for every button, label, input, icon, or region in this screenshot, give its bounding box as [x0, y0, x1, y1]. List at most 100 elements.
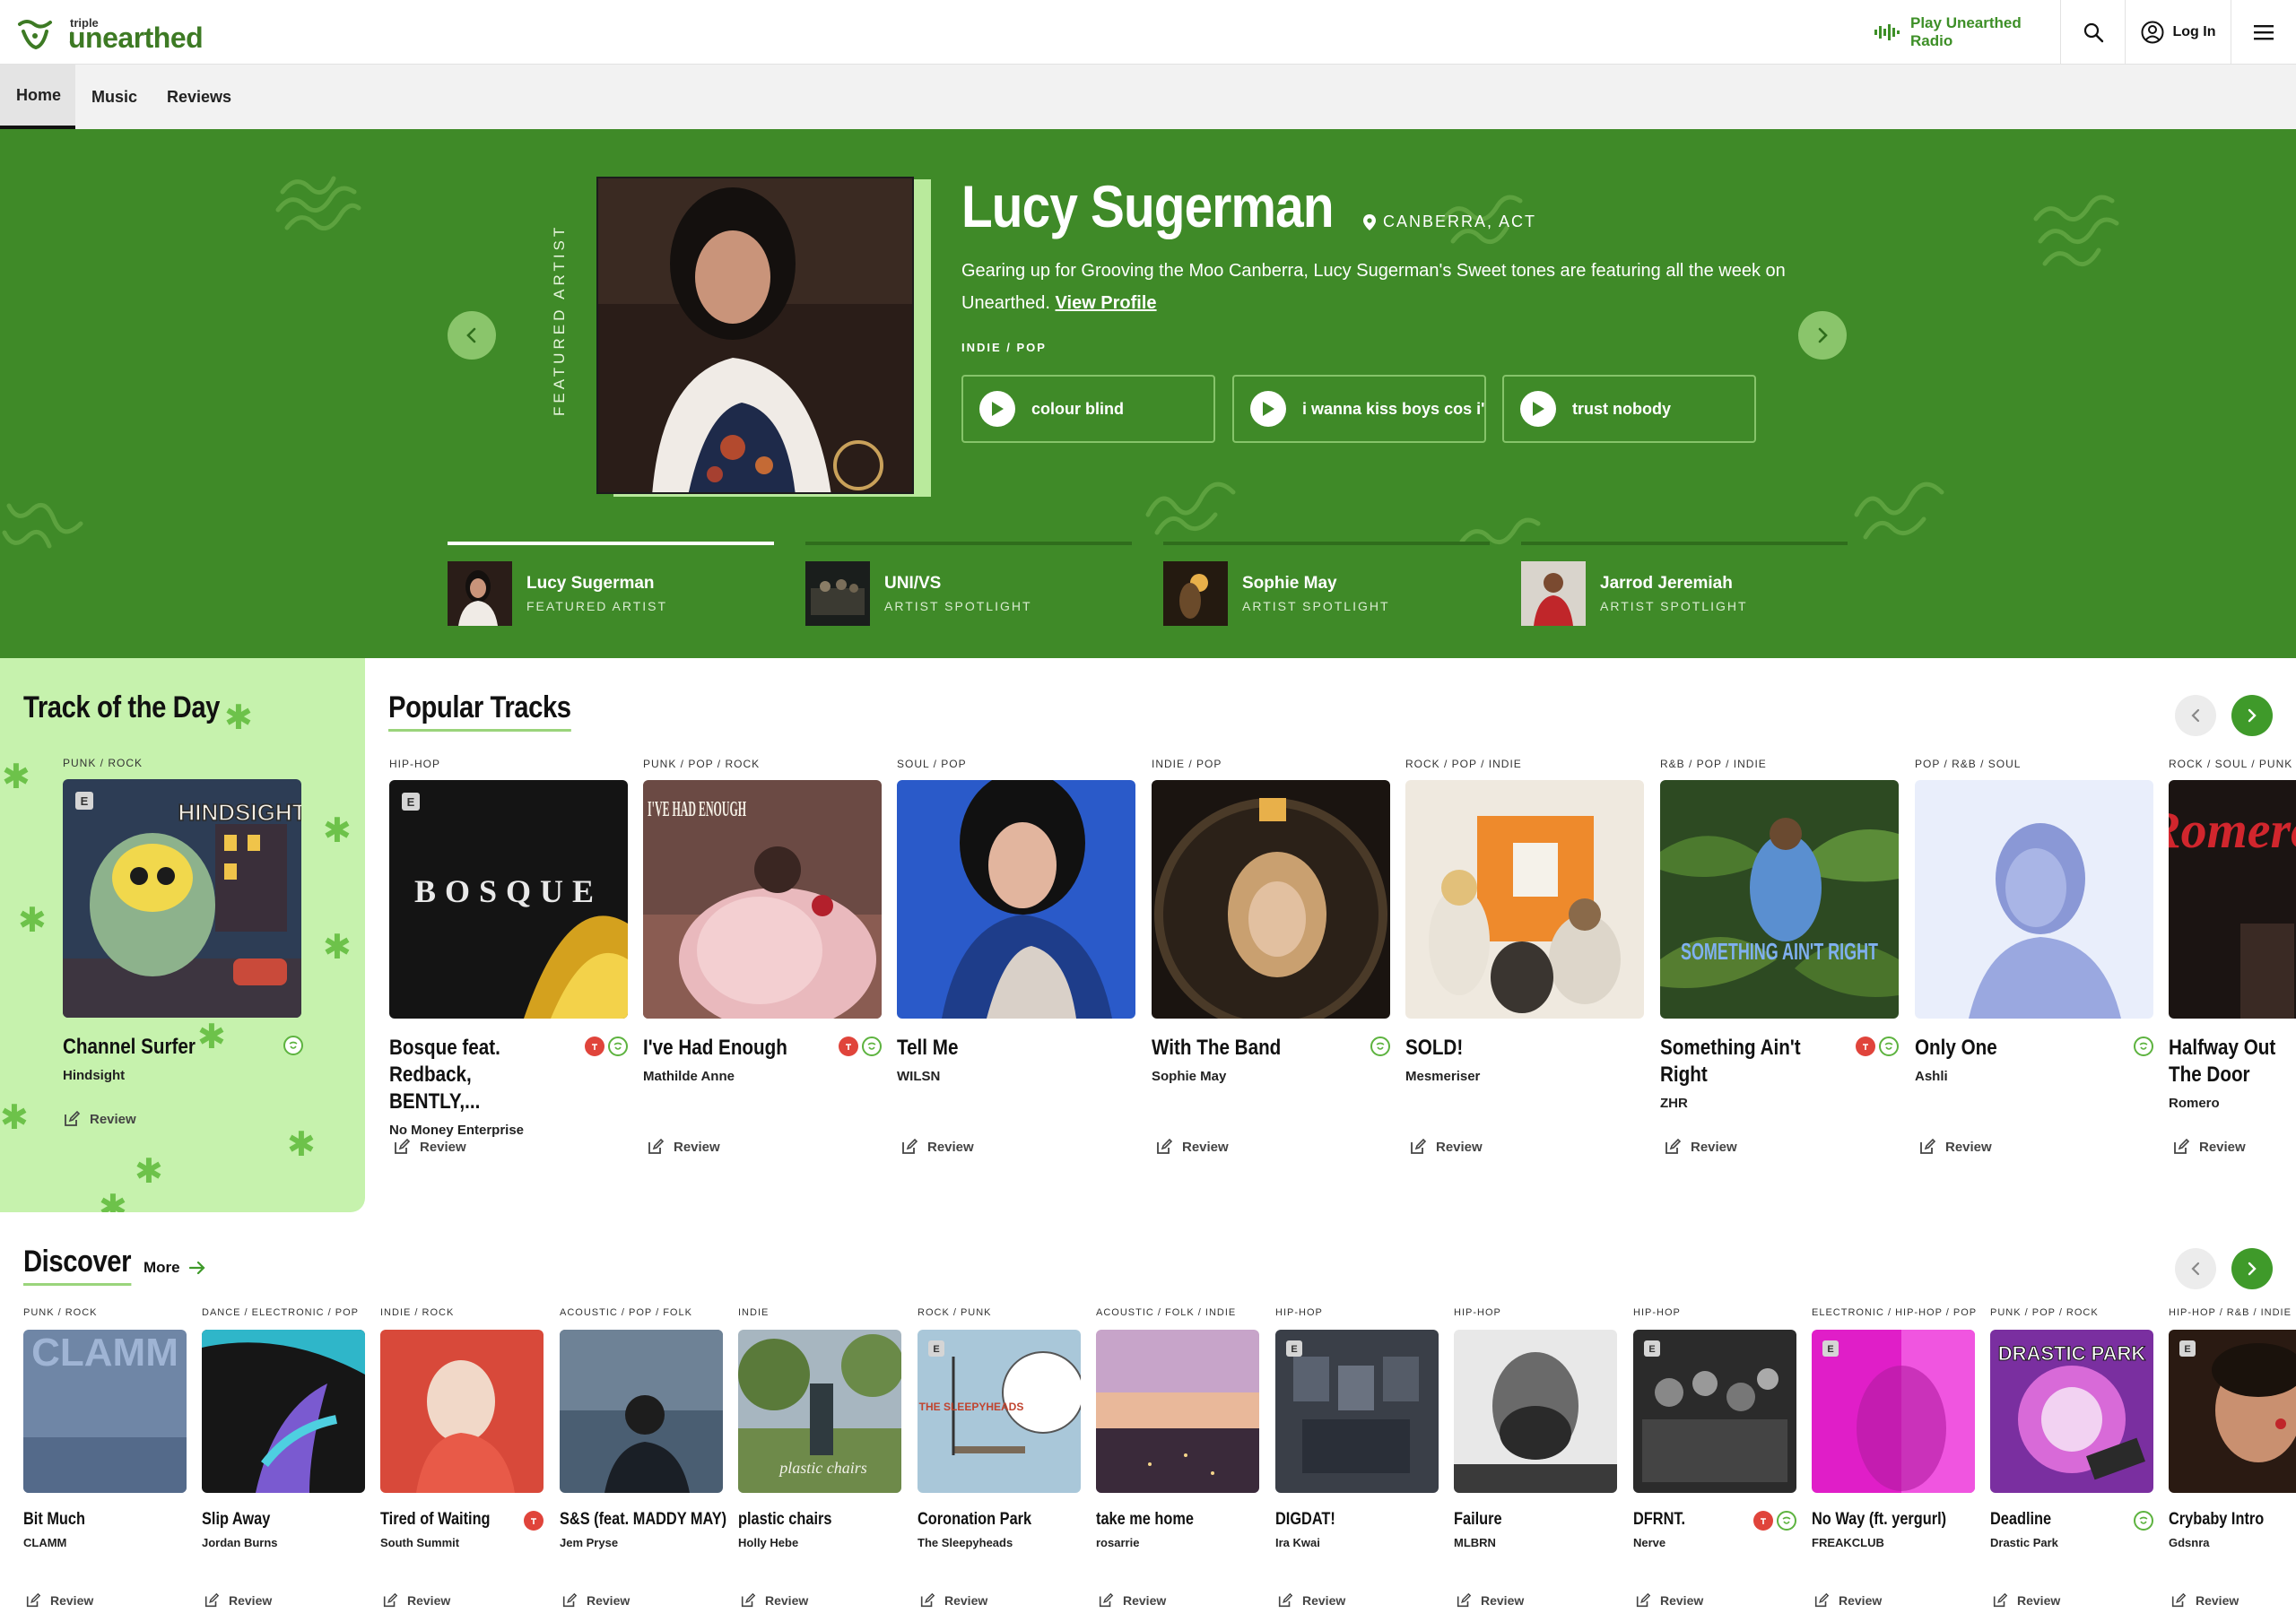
- edit-icon: [2174, 1138, 2190, 1154]
- discover-more-link[interactable]: More: [144, 1259, 205, 1277]
- popular-prev-button[interactable]: [2175, 695, 2216, 736]
- unearthed-badge-icon: [1370, 1037, 1390, 1056]
- discover-card[interactable]: ACOUSTIC / POP / FOLK S&S (feat. MADDY M…: [560, 1307, 726, 1608]
- album-art-text: CLAMM: [31, 1331, 178, 1375]
- album-art-image: [202, 1330, 365, 1493]
- spotlight-item[interactable]: UNI/VS ARTIST SPOTLIGHT: [805, 561, 1032, 626]
- track-card[interactable]: ROCK / SOUL / PUNK Romero Halfway Out Th…: [2169, 758, 2296, 1170]
- discover-next-button[interactable]: [2231, 1248, 2273, 1289]
- review-label: Review: [944, 1593, 988, 1608]
- discover-card[interactable]: ROCK / PUNK THE SLEEPYHEADS E Coronation…: [918, 1307, 1081, 1608]
- review-button[interactable]: Review: [900, 1138, 974, 1156]
- review-button[interactable]: Review: [647, 1138, 720, 1156]
- review-button[interactable]: Review: [919, 1592, 987, 1609]
- hero-next-button[interactable]: [1798, 311, 1847, 360]
- review-button[interactable]: Review: [1155, 1138, 1229, 1156]
- track-card[interactable]: POP / R&B / SOUL Only One Ashli Review: [1915, 758, 2153, 1155]
- track-card[interactable]: R&B / POP / INDIE SOMETHING AIN'T RIGHT …: [1660, 758, 1899, 1155]
- view-profile-link[interactable]: View Profile: [1056, 293, 1157, 313]
- review-button[interactable]: Review: [63, 1110, 303, 1128]
- tab-home[interactable]: Home: [0, 65, 75, 129]
- tab-reviews[interactable]: Reviews: [151, 65, 248, 129]
- play-radio-button[interactable]: Play Unearthed Radio: [1874, 0, 2061, 65]
- discover-card[interactable]: ELECTRONIC / HIP-HOP / POP E No Way (ft.…: [1812, 1307, 1976, 1608]
- spotlight-item[interactable]: Lucy Sugerman FEATURED ARTIST: [448, 561, 667, 626]
- asterisk-decoration: ✱: [18, 902, 47, 940]
- album-art: [1405, 780, 1644, 1019]
- track-of-the-day-card[interactable]: PUNK / ROCK E HINDSIGHT Channel Surfer H…: [63, 757, 303, 1128]
- review-label: Review: [407, 1593, 451, 1608]
- review-button[interactable]: Review: [1918, 1138, 1992, 1156]
- review-button[interactable]: Review: [1098, 1592, 1166, 1609]
- track-card[interactable]: SOUL / POP Tell Me WILSN Review: [897, 758, 1135, 1155]
- discover-card[interactable]: HIP-HOP Failure MLBRN Review: [1454, 1307, 1617, 1608]
- edit-icon: [395, 1138, 411, 1154]
- track-card[interactable]: PUNK / POP / ROCK I'VE HAD ENOUGH I've H…: [643, 758, 882, 1155]
- track-card[interactable]: ROCK / POP / INDIE SOLD! Mesmeriser Revi…: [1405, 758, 1644, 1155]
- spotlight-type: ARTIST SPOTLIGHT: [1600, 599, 1748, 613]
- spotlight-item[interactable]: Jarrod Jeremiah ARTIST SPOTLIGHT: [1521, 561, 1748, 626]
- unearthed-badge-icon: [2134, 1511, 2153, 1531]
- track-artist: Ashli: [1915, 1069, 1948, 1084]
- track-card[interactable]: INDIE / POP With The Band Sophie May Rev…: [1152, 758, 1390, 1155]
- review-button[interactable]: Review: [1635, 1592, 1703, 1609]
- edit-icon: [741, 1592, 756, 1608]
- review-button[interactable]: Review: [1277, 1592, 1345, 1609]
- review-button[interactable]: Review: [561, 1592, 630, 1609]
- play-track-button[interactable]: colour blind: [961, 375, 1215, 443]
- review-label: Review: [1660, 1593, 1704, 1608]
- album-art: SOMETHING AIN'T RIGHT: [1660, 780, 1899, 1019]
- popular-next-button[interactable]: [2231, 695, 2273, 736]
- album-art: plastic chairs: [738, 1330, 901, 1493]
- review-button[interactable]: Review: [1456, 1592, 1524, 1609]
- review-button[interactable]: Review: [2170, 1592, 2239, 1609]
- discover-card[interactable]: HIP-HOP E DIGDAT! Ira Kwai Review: [1275, 1307, 1439, 1608]
- track-card[interactable]: HIP-HOP E BOSQUE Bosque feat. Redback, B…: [389, 758, 628, 1155]
- discover-card[interactable]: INDIE / ROCK Tired of Waiting South Summ…: [380, 1307, 544, 1608]
- track-artist: MLBRN: [1454, 1536, 1496, 1549]
- review-button[interactable]: Review: [1992, 1592, 2060, 1609]
- review-button[interactable]: Review: [1664, 1138, 1737, 1156]
- track-genre: PUNK / ROCK: [23, 1307, 98, 1318]
- album-art: [1454, 1330, 1617, 1493]
- track-title: Coronation Park: [918, 1510, 1032, 1529]
- squiggle-decoration: [2033, 195, 2119, 267]
- login-button[interactable]: Log In: [2126, 0, 2231, 65]
- tab-music[interactable]: Music: [75, 65, 153, 129]
- featured-artist-side-label: FEATURED ARTIST: [551, 223, 568, 416]
- track-artist: ZHR: [1660, 1096, 1688, 1111]
- review-button[interactable]: Review: [25, 1592, 93, 1609]
- logo[interactable]: triple j unearthed: [14, 9, 204, 56]
- track-artist: Ira Kwai: [1275, 1536, 1320, 1549]
- search-button[interactable]: [2061, 0, 2126, 65]
- review-button[interactable]: Review: [204, 1592, 272, 1609]
- discover-card[interactable]: HIP-HOP E DFRNT. Nerve Review: [1633, 1307, 1796, 1608]
- discover-card[interactable]: PUNK / ROCK CLAMM Bit Much CLAMM Review: [23, 1307, 187, 1608]
- track-badges: [1856, 1037, 1899, 1056]
- triple-j-badge-icon: [839, 1037, 858, 1056]
- spotlight-item[interactable]: Sophie May ARTIST SPOTLIGHT: [1163, 561, 1390, 626]
- discover-card[interactable]: PUNK / POP / ROCK DRASTIC PARK Deadline …: [1990, 1307, 2153, 1608]
- menu-button[interactable]: [2231, 0, 2296, 65]
- review-button[interactable]: Review: [393, 1138, 466, 1156]
- hero-prev-button[interactable]: [448, 311, 496, 360]
- discover-card[interactable]: ACOUSTIC / FOLK / INDIE take me home ros…: [1096, 1307, 1259, 1608]
- play-track-button[interactable]: i wanna kiss boys cos i'm I: [1232, 375, 1486, 443]
- discover-card[interactable]: HIP-HOP / R&B / INDIE E Crybaby Intro Gd…: [2169, 1307, 2296, 1612]
- track-genre: DANCE / ELECTRONIC / POP: [202, 1307, 359, 1318]
- track-badges: [839, 1037, 882, 1056]
- review-button[interactable]: Review: [1813, 1592, 1882, 1609]
- review-button[interactable]: Review: [1409, 1138, 1483, 1156]
- album-art-text: Romero: [2169, 801, 2296, 859]
- artist-photo[interactable]: [596, 177, 914, 494]
- review-button[interactable]: Review: [2172, 1138, 2246, 1156]
- track-badges: [585, 1037, 628, 1056]
- play-track-button[interactable]: trust nobody: [1502, 375, 1756, 443]
- discover-card[interactable]: DANCE / ELECTRONIC / POP Slip Away Jorda…: [202, 1307, 365, 1608]
- review-button[interactable]: Review: [740, 1592, 808, 1609]
- discover-prev-button[interactable]: [2175, 1248, 2216, 1289]
- track-artist: South Summit: [380, 1536, 460, 1549]
- review-button[interactable]: Review: [382, 1592, 450, 1609]
- discover-card[interactable]: INDIE plastic chairs plastic chairs Holl…: [738, 1307, 901, 1608]
- album-art-image: E HINDSIGHT: [63, 779, 301, 1018]
